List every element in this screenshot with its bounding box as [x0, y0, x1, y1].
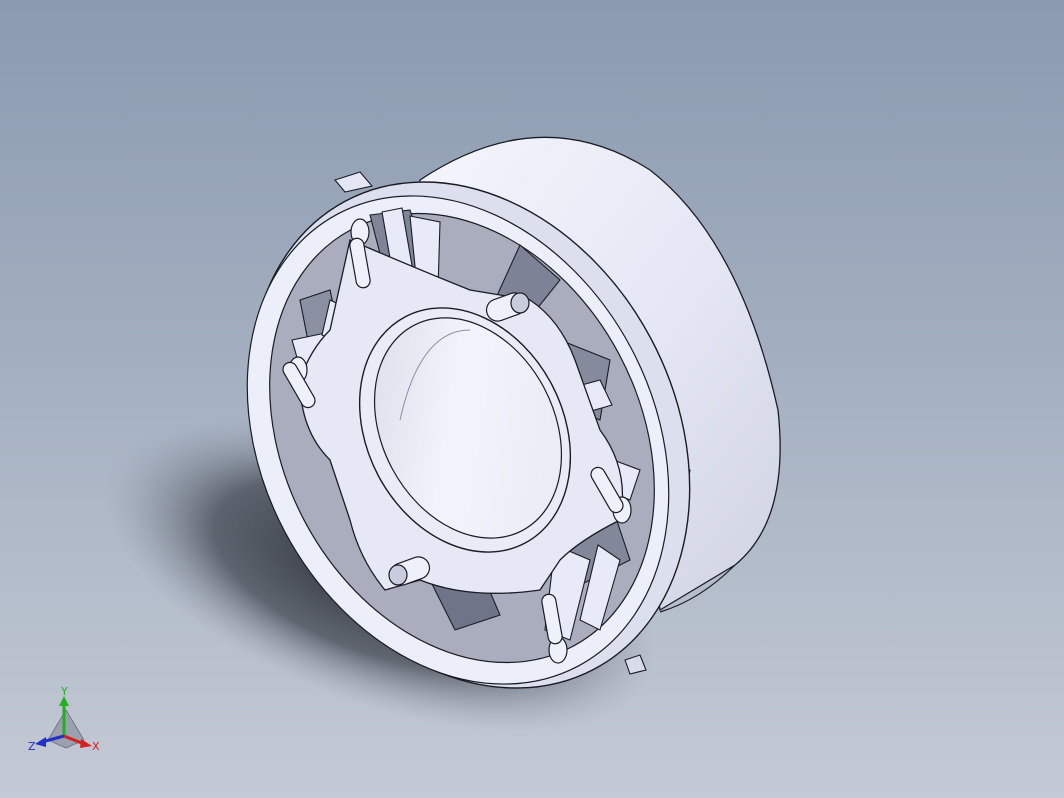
- graphics-viewport[interactable]: Y X Z: [0, 0, 1064, 798]
- 3d-part-model[interactable]: [0, 0, 1064, 798]
- z-axis-label: Z: [28, 740, 36, 753]
- y-axis-label: Y: [60, 685, 68, 698]
- x-axis-label: X: [92, 740, 100, 753]
- x-axis-arrow: [80, 739, 92, 748]
- reference-triad[interactable]: Y X Z: [26, 684, 106, 758]
- z-axis-arrow: [35, 737, 46, 747]
